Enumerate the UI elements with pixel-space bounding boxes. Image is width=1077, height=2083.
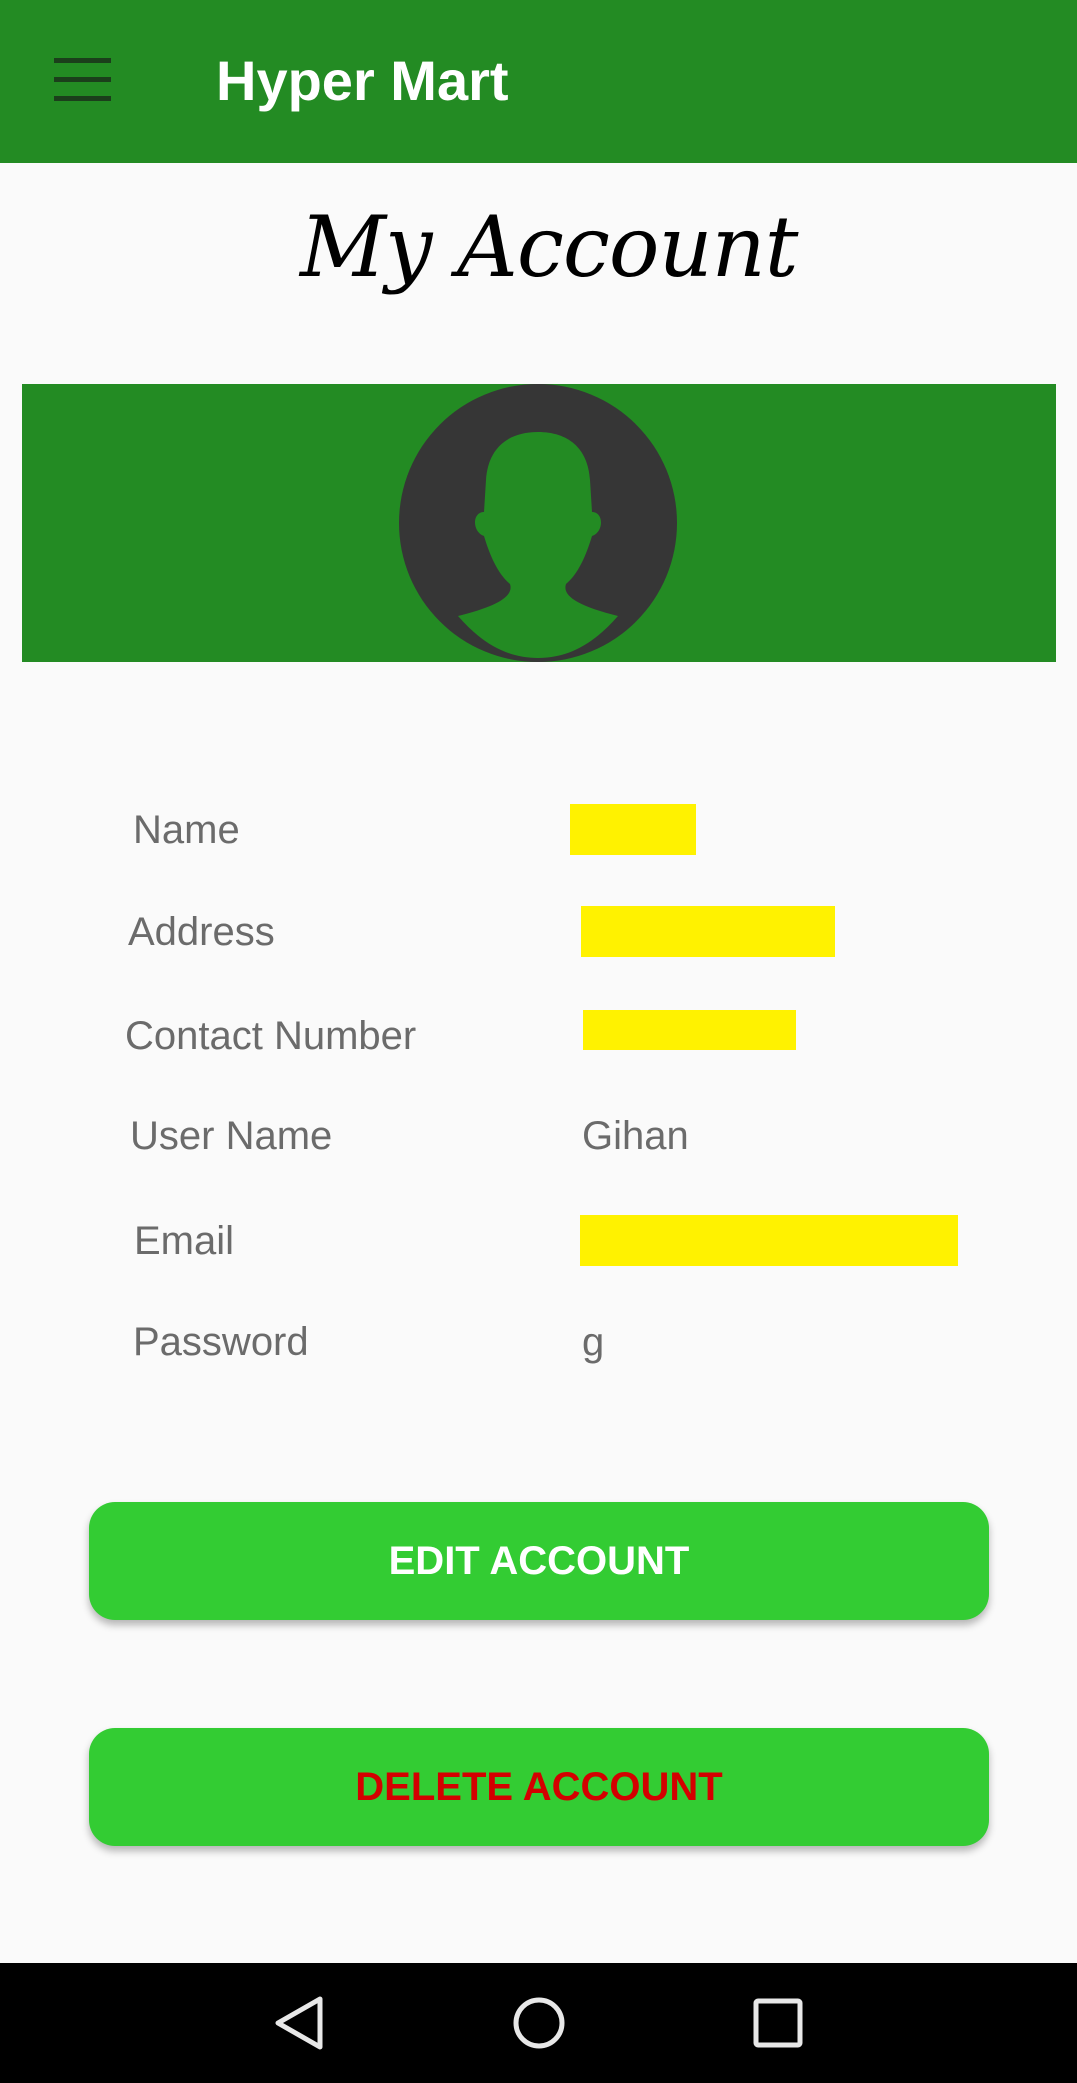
system-nav-bar xyxy=(0,1963,1077,2083)
password-value: g xyxy=(582,1320,605,1364)
contact-number-redaction xyxy=(583,1010,796,1050)
delete-account-button[interactable]: DELETE ACCOUNT xyxy=(89,1728,989,1846)
hamburger-menu-icon[interactable] xyxy=(40,45,126,115)
name-row: Name xyxy=(0,804,1077,884)
contact-number-label: Contact Number xyxy=(125,1014,417,1058)
user-name-value: Gihan xyxy=(582,1114,689,1158)
app-bar: Hyper Mart xyxy=(0,0,1077,163)
back-triangle-icon[interactable] xyxy=(260,1983,340,2063)
name-label: Name xyxy=(133,808,240,852)
edit-account-button[interactable]: EDIT ACCOUNT xyxy=(89,1502,989,1620)
email-label: Email xyxy=(134,1219,235,1263)
contact-number-row: Contact Number xyxy=(0,1010,1077,1090)
name-redaction xyxy=(570,804,696,855)
recents-square-icon[interactable] xyxy=(738,1983,818,2063)
user-name-row: User Name Gihan xyxy=(0,1110,1077,1190)
home-circle-icon[interactable] xyxy=(499,1983,579,2063)
password-label: Password xyxy=(133,1320,309,1364)
user-name-label: User Name xyxy=(130,1114,333,1158)
address-label: Address xyxy=(128,910,275,954)
profile-banner xyxy=(22,384,1056,662)
address-redaction xyxy=(581,906,835,957)
password-row: Password g xyxy=(0,1316,1077,1396)
address-row: Address xyxy=(0,906,1077,986)
app-title: Hyper Mart xyxy=(216,49,509,112)
page-title: My Account xyxy=(300,198,798,296)
email-row: Email xyxy=(0,1215,1077,1295)
email-redaction xyxy=(580,1215,958,1266)
user-avatar-icon xyxy=(399,384,677,662)
